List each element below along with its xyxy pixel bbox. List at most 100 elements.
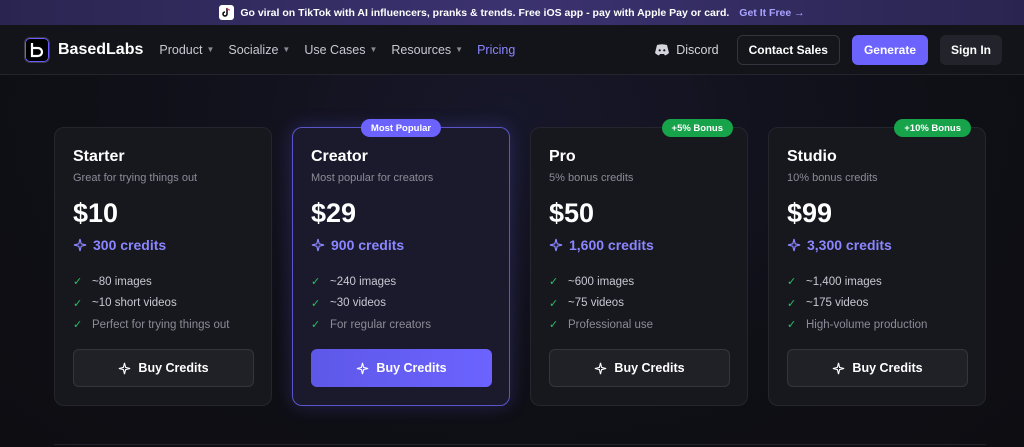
nav-item-use-cases[interactable]: Use Cases ▼ — [304, 43, 377, 57]
chevron-down-icon: ▼ — [455, 45, 464, 54]
check-icon: ✓ — [73, 319, 83, 332]
nav-item-socialize[interactable]: Socialize ▼ — [228, 43, 290, 57]
plan-credits-label: 300 credits — [93, 237, 167, 253]
sparkle-icon — [119, 362, 131, 374]
buy-credits-label: Buy Credits — [138, 361, 209, 375]
feature-text: ~10 short videos — [92, 297, 177, 310]
brand-logo[interactable]: BasedLabs — [24, 36, 144, 63]
plan-features: ✓ ~240 images ✓ ~30 videos ✓ For regular cr… — [311, 271, 491, 336]
check-icon: ✓ — [549, 319, 559, 332]
plan-name: Studio — [787, 148, 837, 165]
check-icon: ✓ — [787, 297, 797, 310]
sparkle-icon — [73, 238, 87, 252]
plan-name: Pro — [549, 148, 576, 165]
plan-credits: 1,600 credits — [549, 237, 729, 253]
nav-actions: Discord Contact Sales Generate Sign In — [654, 34, 1002, 65]
contact-sales-button[interactable]: Contact Sales — [736, 34, 840, 65]
plan-price: $29 — [311, 198, 357, 228]
buy-credits-button[interactable]: Buy Credits — [787, 349, 968, 387]
most-popular-badge: Most Popular — [360, 119, 442, 137]
plan-credits-label: 900 credits — [331, 237, 405, 253]
plan-features: ✓ ~1,400 images ✓ ~175 videos ✓ High-volume… — [787, 271, 967, 336]
plan-subtitle: Most popular for creators — [311, 172, 434, 184]
buy-credits-button[interactable]: Buy Credits — [311, 349, 492, 387]
nav-item-label: Socialize — [228, 42, 279, 57]
plan-subtitle: 5% bonus credits — [549, 172, 634, 184]
plan-subtitle: 10% bonus credits — [787, 172, 878, 184]
tiktok-app-icon — [219, 5, 235, 20]
feature-item: ✓ ~1,400 images — [787, 271, 967, 293]
bonus-badge: +10% Bonus — [894, 119, 971, 137]
check-icon: ✓ — [787, 319, 797, 332]
feature-item: ✓ ~80 images — [73, 271, 253, 293]
top-navigation: BasedLabs Product ▼ Socialize ▼ Use Case… — [0, 25, 1024, 75]
feature-item: ✓ ~240 images — [311, 271, 491, 293]
chevron-down-icon: ▼ — [206, 45, 215, 54]
plan-credits: 900 credits — [311, 237, 491, 253]
plan-credits: 3,300 credits — [787, 237, 967, 253]
feature-text: ~1,400 images — [806, 275, 882, 288]
buy-credits-button[interactable]: Buy Credits — [549, 349, 730, 387]
discord-label: Discord — [676, 42, 719, 57]
sparkle-icon — [595, 362, 607, 374]
buy-credits-label: Buy Credits — [614, 361, 685, 375]
feature-text: ~75 videos — [568, 297, 624, 310]
plan-price: $99 — [787, 198, 833, 228]
sparkle-icon — [357, 362, 369, 374]
feature-text: Professional use — [568, 318, 654, 331]
pricing-section: Starter Great for trying things out $10 … — [0, 75, 1024, 447]
sign-in-button[interactable]: Sign In — [940, 34, 1002, 65]
feature-item: ✓ For regular creators — [311, 314, 491, 336]
feature-item: ✓ ~175 videos — [787, 293, 967, 315]
bonus-badge: +5% Bonus — [661, 119, 733, 137]
feature-text: ~600 images — [568, 275, 635, 288]
check-icon: ✓ — [549, 297, 559, 310]
plan-features: ✓ ~600 images ✓ ~75 videos ✓ Professional u… — [549, 271, 729, 336]
promo-banner-link[interactable]: Get It Free → — [739, 7, 804, 19]
feature-item: ✓ ~30 videos — [311, 293, 491, 315]
buy-credits-button[interactable]: Buy Credits — [73, 349, 254, 387]
feature-text: ~175 videos — [806, 297, 869, 310]
sparkle-icon — [549, 238, 563, 252]
chevron-down-icon: ▼ — [282, 45, 291, 54]
plan-name: Creator — [311, 148, 368, 165]
plan-subtitle: Great for trying things out — [73, 172, 198, 184]
nav-item-pricing[interactable]: Pricing — [477, 43, 515, 57]
main-menu: Product ▼ Socialize ▼ Use Cases ▼ Resour… — [159, 43, 515, 57]
promo-banner[interactable]: Go viral on TikTok with AI influencers, … — [0, 0, 1024, 25]
nav-item-label: Resources — [391, 42, 452, 57]
feature-item: ✓ ~600 images — [549, 271, 729, 293]
nav-item-label: Use Cases — [304, 42, 366, 57]
feature-text: ~240 images — [330, 275, 397, 288]
check-icon: ✓ — [311, 297, 321, 310]
feature-item: ✓ Perfect for trying things out — [73, 314, 253, 336]
plan-price: $10 — [73, 198, 119, 228]
discord-link[interactable]: Discord — [654, 42, 719, 57]
buy-credits-label: Buy Credits — [376, 361, 447, 375]
chevron-down-icon: ▼ — [369, 45, 378, 54]
promo-banner-text: Go viral on TikTok with AI influencers, … — [240, 6, 730, 19]
plan-name: Starter — [73, 148, 125, 165]
plan-card-pro: +5% Bonus Pro 5% bonus credits $50 1,600… — [530, 119, 748, 406]
brand-name: BasedLabs — [58, 40, 144, 58]
plan-price: $50 — [549, 198, 595, 228]
plan-credits-label: 1,600 credits — [569, 237, 654, 253]
feature-item: ✓ ~10 short videos — [73, 293, 253, 315]
sparkle-icon — [787, 238, 801, 252]
check-icon: ✓ — [73, 297, 83, 310]
check-icon: ✓ — [787, 276, 797, 289]
plan-card-creator: Most Popular Creator Most popular for cr… — [292, 119, 510, 406]
feature-text: ~80 images — [92, 275, 152, 288]
feature-text: For regular creators — [330, 318, 431, 331]
plan-card-starter: Starter Great for trying things out $10 … — [54, 127, 272, 406]
feature-text: High-volume production — [806, 318, 928, 331]
check-icon: ✓ — [311, 319, 321, 332]
sparkle-icon — [311, 238, 325, 252]
generate-button[interactable]: Generate — [851, 34, 928, 65]
plan-credits-label: 3,300 credits — [807, 237, 892, 253]
nav-item-product[interactable]: Product ▼ — [159, 43, 214, 57]
check-icon: ✓ — [73, 276, 83, 289]
feature-text: ~30 videos — [330, 297, 386, 310]
nav-item-resources[interactable]: Resources ▼ — [391, 43, 463, 57]
feature-item: ✓ High-volume production — [787, 314, 967, 336]
